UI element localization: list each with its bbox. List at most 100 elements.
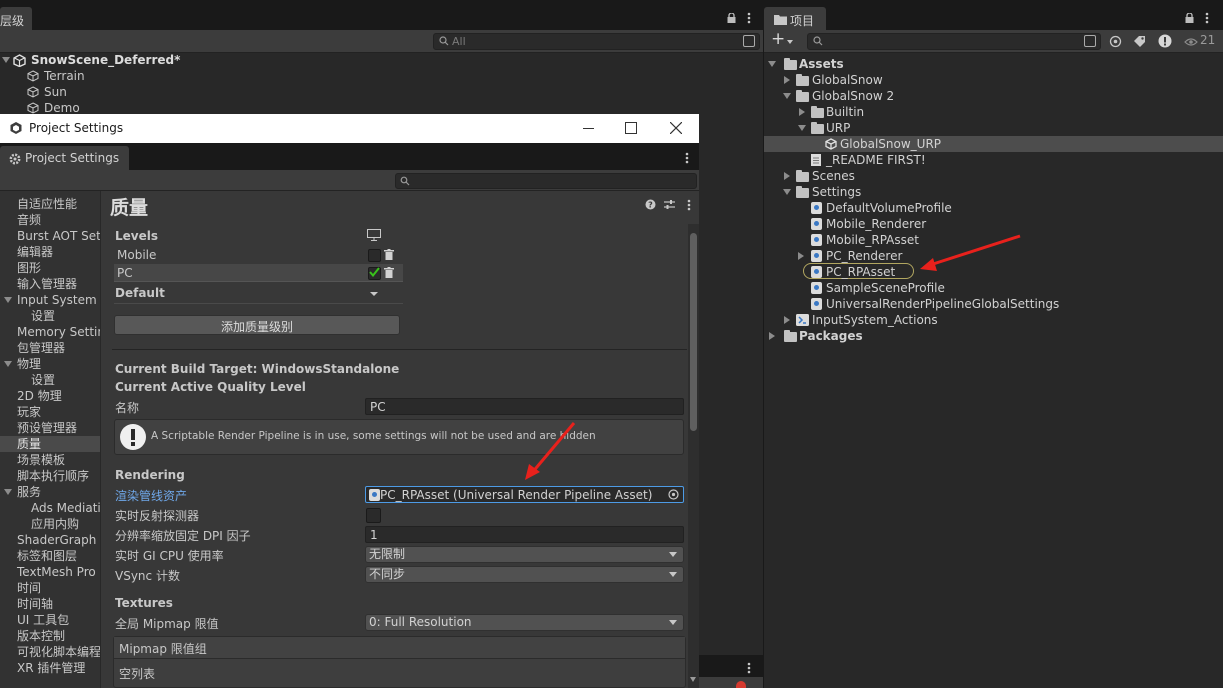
search-by-type-icon[interactable] — [1084, 35, 1096, 47]
hierarchy-search-input[interactable]: All — [433, 33, 760, 50]
search-settings-icon[interactable] — [743, 35, 755, 47]
expand-arrow-icon[interactable] — [4, 297, 12, 303]
expand-arrow-icon[interactable] — [784, 76, 790, 84]
expand-arrow-icon[interactable] — [798, 252, 804, 260]
trash-icon[interactable] — [384, 267, 394, 278]
presets-icon[interactable] — [664, 199, 675, 210]
sidebar-item[interactable]: UI 工具包 — [0, 612, 100, 628]
sidebar-item[interactable]: 编辑器 — [0, 244, 100, 260]
sidebar-item[interactable]: Burst AOT Settings — [0, 228, 100, 244]
sidebar-item[interactable]: 时间 — [0, 580, 100, 596]
expand-arrow-icon[interactable] — [768, 61, 776, 67]
tree-row-builtin[interactable]: Builtin — [764, 104, 1223, 120]
warning-filter-icon[interactable] — [1158, 34, 1172, 48]
sidebar-item[interactable]: Ads Mediation — [0, 500, 100, 516]
expand-arrow-icon[interactable] — [4, 361, 12, 367]
name-field[interactable]: PC — [365, 398, 684, 415]
expand-arrow-icon[interactable] — [784, 172, 790, 180]
hierarchy-tab[interactable]: 层级 — [0, 7, 32, 30]
expand-arrow-icon[interactable] — [783, 93, 791, 99]
minimize-button[interactable] — [572, 114, 606, 143]
level-enabled-checkbox[interactable] — [368, 249, 381, 262]
expand-arrow-icon[interactable] — [798, 125, 806, 131]
project-tab[interactable]: 项目 — [764, 7, 826, 30]
tree-row-urp[interactable]: URP — [764, 120, 1223, 136]
sidebar-item[interactable]: 时间轴 — [0, 596, 100, 612]
more-options-icon[interactable] — [687, 199, 691, 211]
sidebar-item[interactable]: 场景模板 — [0, 452, 100, 468]
expand-arrow-icon[interactable] — [783, 189, 791, 195]
expand-arrow-icon[interactable] — [784, 316, 790, 324]
hidden-packages-toggle[interactable]: 21 — [1184, 32, 1220, 50]
sidebar-item[interactable]: 自适应性能 — [0, 196, 100, 212]
chevron-down-icon[interactable] — [370, 292, 378, 296]
expand-arrow-icon[interactable] — [4, 489, 12, 495]
more-options-icon[interactable] — [747, 662, 751, 674]
lock-icon[interactable] — [727, 13, 736, 23]
add-quality-level-button[interactable]: 添加质量级别 — [114, 315, 400, 335]
tree-row-inputsystem-actions[interactable]: InputSystem_Actions — [764, 312, 1223, 328]
tree-row-globalsnow-urp[interactable]: GlobalSnow_URP — [764, 136, 1223, 152]
tree-row-mobile-renderer[interactable]: Mobile_Renderer — [764, 216, 1223, 232]
expand-arrow-icon[interactable] — [799, 108, 805, 116]
level-row[interactable]: Mobile — [114, 246, 403, 263]
gi-cpu-dropdown[interactable]: 无限制 — [365, 546, 684, 563]
settings-search-input[interactable] — [395, 173, 697, 189]
hierarchy-item[interactable]: Terrain — [0, 68, 400, 84]
close-button[interactable] — [658, 114, 694, 143]
tree-row-assets[interactable]: Assets — [764, 56, 1223, 72]
realtime-probes-checkbox[interactable] — [366, 508, 381, 523]
sidebar-item[interactable]: Input System Package — [0, 292, 100, 308]
sidebar-item[interactable]: 物理 — [0, 356, 100, 372]
sidebar-item[interactable]: 设置 — [0, 372, 100, 388]
more-options-icon[interactable] — [685, 152, 689, 164]
expand-arrow-icon[interactable] — [2, 57, 10, 63]
sidebar-item[interactable]: ShaderGraph — [0, 532, 100, 548]
sidebar-item[interactable]: 图形 — [0, 260, 100, 276]
sidebar-item[interactable]: 版本控制 — [0, 628, 100, 644]
tree-row-urp-global-settings[interactable]: UniversalRenderPipelineGlobalSettings — [764, 296, 1223, 312]
more-options-icon[interactable] — [1205, 12, 1209, 24]
filter-type-icon[interactable] — [1109, 35, 1122, 48]
sidebar-item[interactable]: XR 插件管理 — [0, 660, 100, 676]
sidebar-item[interactable]: 应用内购 — [0, 516, 100, 532]
dpi-field[interactable]: 1 — [365, 526, 684, 543]
filter-label-icon[interactable] — [1133, 35, 1146, 48]
mipmap-limit-dropdown[interactable]: 0: Full Resolution — [365, 614, 684, 631]
error-count-icon[interactable] — [736, 681, 746, 688]
tree-row-packages[interactable]: Packages — [764, 328, 1223, 344]
rp-asset-field[interactable]: PC_RPAsset (Universal Render Pipeline As… — [365, 486, 684, 503]
tree-row-settings[interactable]: Settings — [764, 184, 1223, 200]
more-options-icon[interactable] — [747, 12, 751, 24]
tree-row-readme[interactable]: _README FIRST! — [764, 152, 1223, 168]
vsync-dropdown[interactable]: 不同步 — [365, 566, 684, 583]
scene-row[interactable]: SnowScene_Deferred* — [0, 52, 763, 68]
sidebar-item-selected[interactable]: 质量 — [0, 436, 100, 452]
sidebar-item[interactable]: Memory Settings — [0, 324, 100, 340]
tree-row-globalsnow-2[interactable]: GlobalSnow 2 — [764, 88, 1223, 104]
maximize-button[interactable] — [613, 114, 647, 143]
object-picker-icon[interactable] — [668, 489, 679, 500]
sidebar-item[interactable]: 输入管理器 — [0, 276, 100, 292]
scrollbar-thumb[interactable] — [690, 233, 697, 431]
sidebar-item[interactable]: 可视化脚本编程 — [0, 644, 100, 660]
tree-row-scenes[interactable]: Scenes — [764, 168, 1223, 184]
tree-row-samplesceneprofile[interactable]: SampleSceneProfile — [764, 280, 1223, 296]
sidebar-item[interactable]: 音频 — [0, 212, 100, 228]
trash-icon[interactable] — [384, 249, 394, 260]
sidebar-item[interactable]: 包管理器 — [0, 340, 100, 356]
lock-icon[interactable] — [1185, 13, 1194, 23]
project-search-input[interactable] — [807, 33, 1101, 50]
sidebar-item[interactable]: 脚本执行顺序 — [0, 468, 100, 484]
expand-arrow-icon[interactable] — [769, 332, 775, 340]
tree-row-defaultvolumeprofile[interactable]: DefaultVolumeProfile — [764, 200, 1223, 216]
default-row[interactable]: Default — [114, 284, 403, 304]
sidebar-item[interactable]: 玩家 — [0, 404, 100, 420]
hierarchy-item[interactable]: Sun — [0, 84, 400, 100]
help-icon[interactable]: ? — [645, 199, 656, 210]
sidebar-item[interactable]: 服务 — [0, 484, 100, 500]
level-row-selected[interactable]: PC — [114, 264, 403, 282]
sidebar-item[interactable]: TextMesh Pro — [0, 564, 100, 580]
sidebar-item[interactable]: 预设管理器 — [0, 420, 100, 436]
scroll-down-icon[interactable] — [690, 677, 696, 682]
